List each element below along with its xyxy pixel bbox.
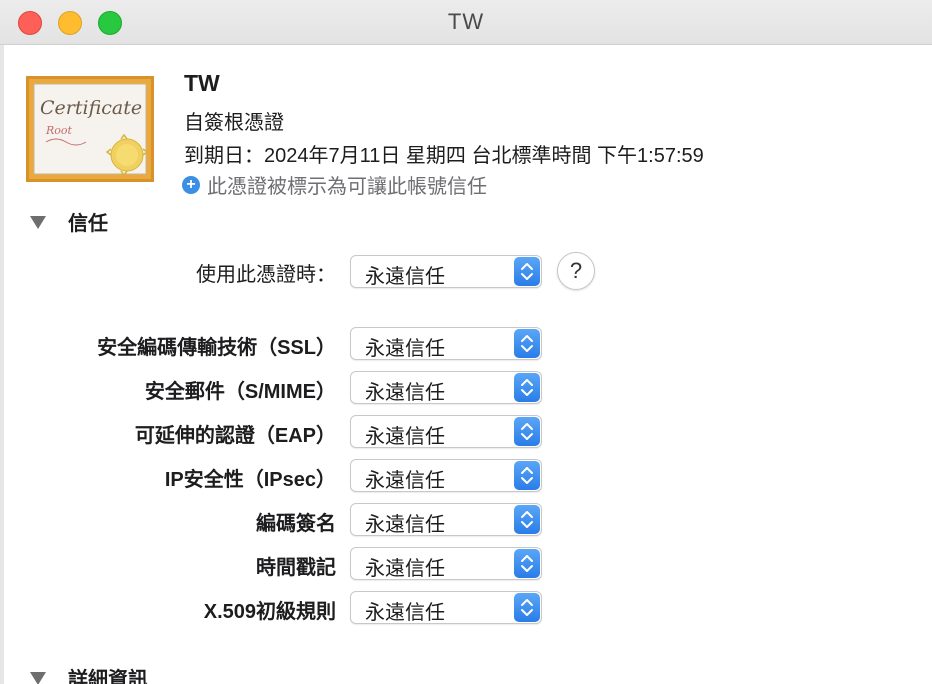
window-title: TW <box>447 9 485 34</box>
trust-row-label-eap: 可延伸的認證（EAP） <box>134 425 336 447</box>
certificate-expiry: 到期日：2024年7月11日 星期四 台北標準時間 下午1:57:59 <box>184 145 704 167</box>
when-using-label: 使用此憑證時： <box>196 264 336 286</box>
trust-popup-code-signing[interactable]: 永遠信任 <box>350 503 542 536</box>
trust-value-code-signing: 永遠信任 <box>365 514 445 536</box>
trust-popup-x509[interactable]: 永遠信任 <box>350 591 542 624</box>
trust-value-x509: 永遠信任 <box>365 602 445 624</box>
trust-popup-timestamp[interactable]: 永遠信任 <box>350 547 542 580</box>
trust-row-label-timestamp: 時間戳記 <box>256 557 336 579</box>
certificate-trust-status-text: 此憑證被標示為可讓此帳號信任 <box>207 176 487 198</box>
trust-popup-eap[interactable]: 永遠信任 <box>350 415 542 448</box>
up-down-chevron-icon[interactable] <box>514 593 540 622</box>
up-down-chevron-icon[interactable] <box>514 461 540 490</box>
certificate-type: 自簽根憑證 <box>184 112 284 134</box>
trust-value-smime: 永遠信任 <box>365 382 445 404</box>
disclosure-triangle-icon[interactable] <box>30 672 46 684</box>
trust-value-eap: 永遠信任 <box>365 426 445 448</box>
certificate-name: TW <box>184 70 220 96</box>
certificate-window: TW Certificate Root TW 自簽根憑證 到期日：2024年7月… <box>0 0 932 684</box>
trust-row-label-x509: X.509初級規則 <box>203 601 336 623</box>
when-using-popup[interactable]: 永遠信任 <box>350 255 542 288</box>
disclosure-triangle-icon[interactable] <box>30 216 46 229</box>
trust-row-label-code-signing: 編碼簽名 <box>256 513 336 535</box>
trust-row-label-smime: 安全郵件（S/MIME） <box>144 381 336 403</box>
trust-popup-smime[interactable]: 永遠信任 <box>350 371 542 404</box>
trust-row-label-ipsec: IP安全性（IPsec） <box>164 469 336 491</box>
trust-value-ipsec: 永遠信任 <box>365 470 445 492</box>
trust-section-title: 信任 <box>68 213 108 235</box>
certificate-trust-status: + 此憑證被標示為可讓此帳號信任 <box>182 170 487 199</box>
up-down-chevron-icon[interactable] <box>514 373 540 402</box>
certificate-icon-title: Certificate <box>40 97 142 119</box>
details-section-title: 詳細資訊 <box>68 669 148 684</box>
help-button[interactable]: ? <box>557 252 595 290</box>
trust-section-header[interactable]: 信任 <box>30 207 108 236</box>
window-edge <box>0 45 4 684</box>
trust-popup-ipsec[interactable]: 永遠信任 <box>350 459 542 492</box>
up-down-chevron-icon[interactable] <box>514 329 540 358</box>
title-bar[interactable]: TW <box>0 0 932 45</box>
trust-row-label-ssl: 安全編碼傳輸技術（SSL） <box>97 337 336 359</box>
up-down-chevron-icon[interactable] <box>514 257 540 286</box>
certificate-icon: Certificate Root <box>26 76 154 182</box>
certificate-icon-subtitle: Root <box>45 124 73 137</box>
plus-circle-icon: + <box>182 175 200 194</box>
trust-popup-ssl[interactable]: 永遠信任 <box>350 327 542 360</box>
trust-value-timestamp: 永遠信任 <box>365 558 445 580</box>
trust-value-ssl: 永遠信任 <box>365 338 445 360</box>
when-using-value: 永遠信任 <box>365 266 445 288</box>
details-section-header[interactable]: 詳細資訊 <box>30 663 148 684</box>
up-down-chevron-icon[interactable] <box>514 549 540 578</box>
up-down-chevron-icon[interactable] <box>514 505 540 534</box>
up-down-chevron-icon[interactable] <box>514 417 540 446</box>
